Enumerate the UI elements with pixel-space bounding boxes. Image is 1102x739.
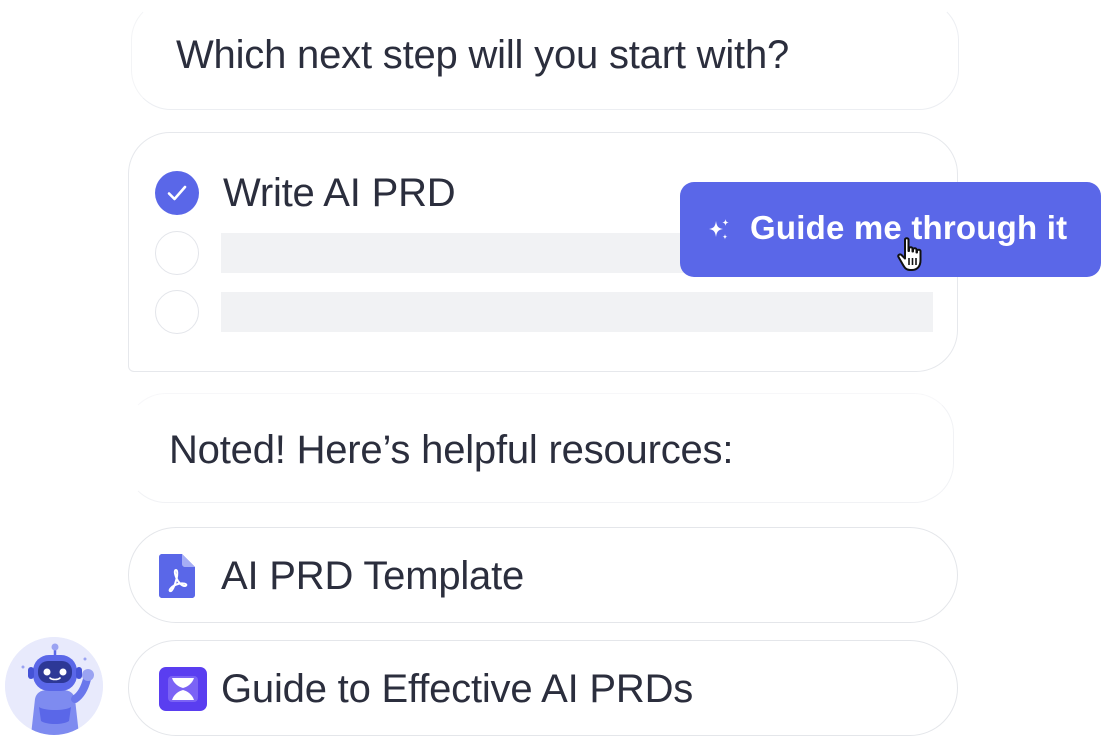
answer-text: Noted! Here’s helpful resources: — [169, 428, 734, 472]
sparkle-icon — [709, 219, 729, 240]
option-placeholder-bar — [221, 233, 691, 273]
resource-ai-prd-template[interactable]: AI PRD Template — [128, 527, 958, 623]
resource-label: AI PRD Template — [221, 554, 525, 598]
checkbox-empty-icon[interactable] — [155, 231, 199, 275]
guide-me-button[interactable]: Guide me through it — [680, 182, 1101, 277]
checkbox-checked-icon[interactable] — [155, 171, 199, 215]
option-label: Write AI PRD — [223, 171, 456, 215]
question-text: Which next step will you start with? — [176, 33, 790, 77]
option-placeholder-bar — [221, 292, 933, 332]
robot-avatar-icon — [5, 637, 103, 735]
checkbox-empty-icon[interactable] — [155, 290, 199, 334]
pdf-file-icon — [159, 554, 195, 598]
resource-label: Guide to Effective AI PRDs — [221, 667, 694, 711]
answer-bubble: Noted! Here’s helpful resources: — [126, 393, 954, 503]
hand-pointer-cursor-icon — [897, 237, 922, 271]
question-bubble: Which next step will you start with? — [131, 0, 959, 110]
resource-guide-effective-ai-prds[interactable]: Guide to Effective AI PRDs — [128, 640, 958, 736]
guide-book-icon — [159, 667, 207, 711]
